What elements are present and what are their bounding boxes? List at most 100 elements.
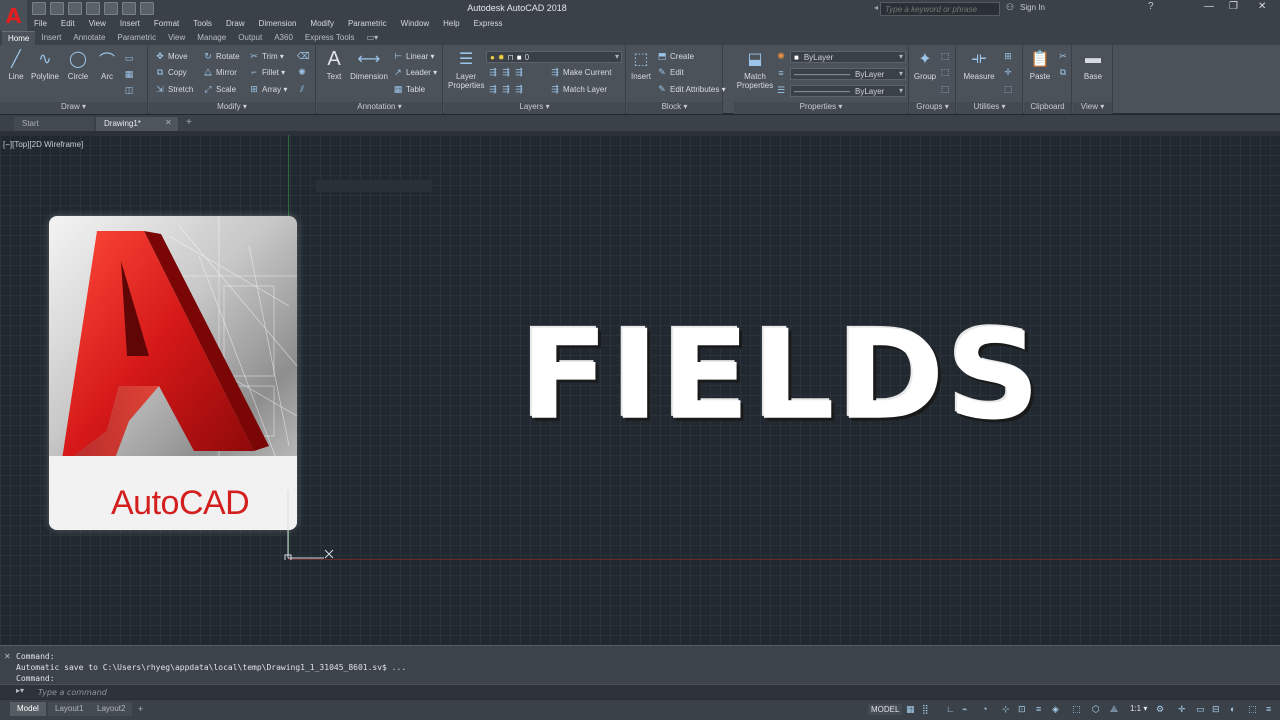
sign-in-link[interactable]: Sign In [1020, 3, 1045, 12]
menu-draw[interactable]: Draw [219, 18, 252, 31]
workspace-gear-icon[interactable]: ⚙ [1156, 704, 1164, 715]
tab-view[interactable]: View [162, 31, 191, 45]
offset-tool[interactable]: ⫽ [297, 84, 307, 95]
measure-button[interactable]: ⟛ Measure [961, 48, 997, 81]
match-properties-button[interactable]: ⬓ Match Properties [736, 48, 774, 90]
close-window-button[interactable]: ✕ [1258, 1, 1266, 12]
linear-button[interactable]: ⊢ Linear ▾ [393, 51, 434, 62]
quickcalc-tool[interactable]: ⊞ [1003, 51, 1013, 62]
fillet-button[interactable]: ⌐ Fillet ▾ [249, 67, 285, 77]
panel-draw-title[interactable]: Draw ▾ [0, 102, 147, 114]
select-all-tool[interactable]: ⬚ [1003, 84, 1013, 95]
menu-parametric[interactable]: Parametric [341, 18, 394, 31]
move-button[interactable]: ✥ Move [155, 51, 187, 62]
trim-button[interactable]: ✂ Trim ▾ [249, 51, 284, 62]
units-icon[interactable]: ▭ [1196, 704, 1205, 715]
menu-window[interactable]: Window [394, 18, 436, 31]
lineweight-dropdown[interactable]: ——————— ByLayer [790, 85, 906, 97]
group-button[interactable]: ✦ Group [912, 48, 938, 81]
rectangle-tool[interactable]: ▭ [124, 53, 134, 64]
color-dropdown[interactable]: ■ ByLayer [790, 51, 906, 63]
edit-attributes-button[interactable]: ✎ Edit Attributes ▾ [657, 84, 725, 95]
clean-screen-icon[interactable]: ⬚ [1248, 704, 1257, 715]
edit-block-button[interactable]: ✎ Edit [657, 67, 684, 78]
minimize-button[interactable]: — [1204, 1, 1214, 12]
cut-tool[interactable]: ✂ [1058, 51, 1068, 62]
osnap-icon[interactable]: ⊡ [1018, 704, 1026, 715]
maximize-button[interactable]: ❐ [1229, 1, 1238, 12]
match-layer-button[interactable]: ⇶ Match Layer [550, 84, 607, 95]
command-input[interactable] [38, 686, 938, 698]
scale-button[interactable]: ⤢ Scale [203, 84, 236, 95]
rotate-button[interactable]: ↻ Rotate [203, 51, 239, 62]
dimension-button[interactable]: ⟷ Dimension [349, 48, 389, 81]
mirror-button[interactable]: ⧋ Mirror [203, 67, 237, 78]
viewport-controls[interactable]: [−][Top][2D Wireframe] [3, 140, 83, 149]
insert-block-button[interactable]: ⬚ Insert [629, 48, 653, 81]
menu-tools[interactable]: Tools [186, 18, 219, 31]
add-layout-button[interactable]: + [138, 704, 143, 714]
tab-model[interactable]: Model [10, 702, 46, 716]
panel-layers-title[interactable]: Layers ▾ [444, 102, 625, 114]
explode-tool[interactable]: ✺ [297, 67, 307, 78]
help-icon[interactable]: ? [1148, 1, 1154, 12]
polar-icon[interactable]: ⌁ [962, 704, 967, 715]
annotation-scale-dropdown[interactable]: 1:1 ▾ [1130, 704, 1147, 713]
tab-a360[interactable]: A360 [268, 31, 299, 45]
tab-home[interactable]: Home [2, 31, 36, 45]
object-snap-tracking-icon[interactable]: ⊹ [1002, 704, 1010, 715]
panel-modify-title[interactable]: Modify ▾ [149, 102, 315, 114]
doc-tab-start[interactable]: Start [14, 117, 94, 131]
drawing-area[interactable]: [−][Top][2D Wireframe] AutoCAD FIELDS [0, 135, 1280, 645]
new-tab-button[interactable]: + [186, 117, 192, 128]
boundary-tool[interactable]: ◫ [124, 85, 134, 96]
ortho-icon[interactable]: ∟ [946, 704, 955, 714]
model-space-toggle[interactable]: MODEL [868, 704, 903, 715]
copy-clip-tool[interactable]: ⧉ [1058, 67, 1068, 78]
ribbon-options-icon[interactable]: ▭▾ [361, 31, 385, 45]
menu-format[interactable]: Format [147, 18, 186, 31]
make-current-button[interactable]: ⇶ Make Current [550, 67, 611, 78]
erase-tool[interactable]: ⌫ [297, 51, 310, 62]
tab-insert[interactable]: Insert [35, 31, 67, 45]
linetype-dropdown[interactable]: ——————— ByLayer [790, 68, 906, 80]
line-button[interactable]: ╱ Line [4, 48, 28, 81]
panel-block-title[interactable]: Block ▾ [627, 102, 722, 114]
panel-groups-title[interactable]: Groups ▾ [910, 102, 955, 114]
menu-view[interactable]: View [82, 18, 113, 31]
quick-properties-icon[interactable]: ⊟ [1212, 704, 1220, 715]
annotation-monitor-icon[interactable]: ✛ [1178, 704, 1186, 715]
leader-button[interactable]: ↗ Leader ▾ [393, 67, 437, 78]
panel-annotation-title[interactable]: Annotation ▾ [317, 102, 442, 114]
table-button[interactable]: ▦ Table [393, 84, 425, 95]
circle-button[interactable]: ◯ Circle [64, 48, 92, 81]
paste-button[interactable]: 📋 Paste [1026, 48, 1054, 81]
tab-manage[interactable]: Manage [191, 31, 232, 45]
panel-utilities-title[interactable]: Utilities ▾ [957, 102, 1022, 114]
3d-osnap-icon[interactable]: ⬡ [1092, 704, 1100, 715]
tab-layout2[interactable]: Layout2 [90, 702, 133, 716]
menu-dimension[interactable]: Dimension [252, 18, 304, 31]
search-input[interactable] [880, 2, 1000, 16]
command-prompt-icon[interactable]: ▸▾ [16, 686, 24, 695]
text-button[interactable]: A Text [321, 48, 347, 82]
tab-layout1[interactable]: Layout1 [48, 702, 91, 716]
customization-icon[interactable]: ≡ [1266, 704, 1271, 714]
stretch-button[interactable]: ⇲ Stretch [155, 84, 193, 95]
ungroup-tool[interactable]: ⬚ [940, 51, 950, 62]
panel-properties-title[interactable]: Properties ▾ [734, 102, 908, 114]
layer-tools-row2[interactable]: ⇶ ⇶ ⇶ [488, 84, 524, 95]
snap-icon[interactable]: ⣿ [922, 704, 929, 715]
layer-properties-button[interactable]: ☰ Layer Properties [448, 48, 484, 90]
tab-annotate[interactable]: Annotate [67, 31, 111, 45]
close-command-icon[interactable]: ✕ [4, 652, 11, 661]
base-view-button[interactable]: ▬ Base [1079, 48, 1107, 81]
group-edit-tool[interactable]: ⬚ [940, 67, 950, 78]
close-tab-icon[interactable]: ✕ [165, 118, 172, 127]
panel-clipboard-title[interactable]: Clipboard [1024, 102, 1071, 114]
layer-tools-row1[interactable]: ⇶ ⇶ ⇶ [488, 67, 524, 78]
create-block-button[interactable]: ⬒ Create [657, 51, 694, 62]
tab-parametric[interactable]: Parametric [111, 31, 162, 45]
array-button[interactable]: ⊞ Array ▾ [249, 84, 287, 95]
transparency-icon[interactable]: ◈ [1052, 704, 1059, 715]
